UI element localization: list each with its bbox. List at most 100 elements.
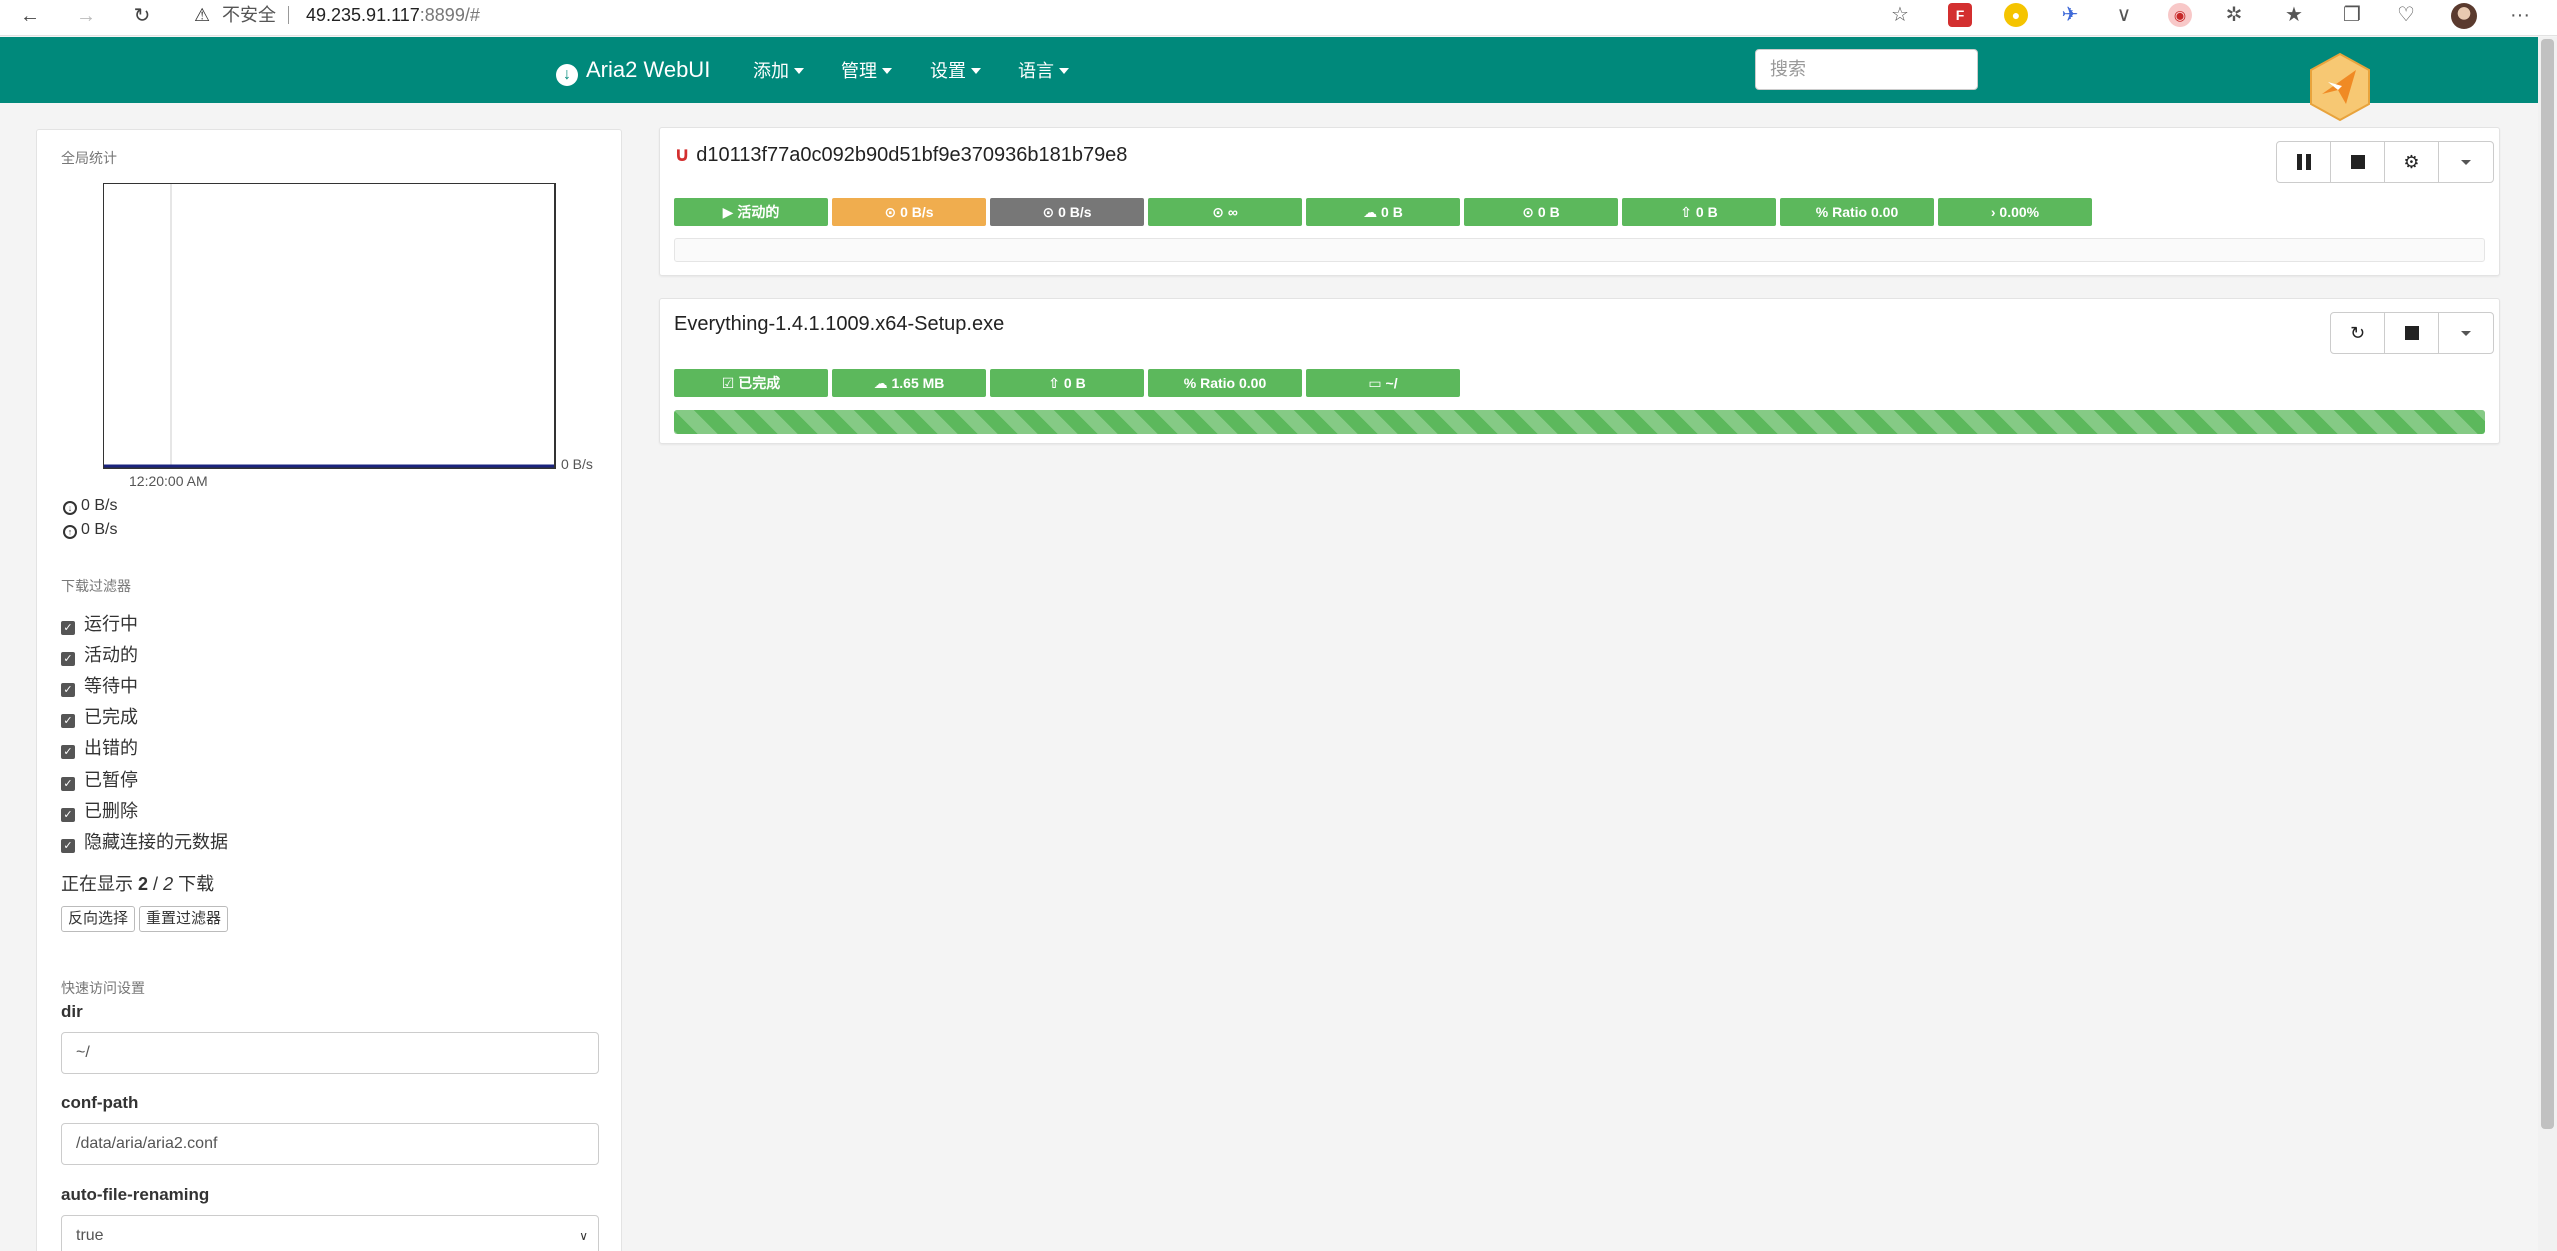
filter-error[interactable]: ✓ 出错的 <box>61 737 138 759</box>
extension-yellow-icon[interactable]: ● <box>2004 3 2028 27</box>
showing-current: 2 <box>138 874 149 894</box>
caret-down-icon <box>882 68 892 74</box>
brand[interactable]: ↓ Aria2 WebUI <box>556 56 710 86</box>
conf-path-input[interactable]: /data/aria/aria2.conf <box>61 1123 599 1165</box>
menu-add-label: 添加 <box>753 61 789 81</box>
filter-removed[interactable]: ✓ 已删除 <box>61 800 138 822</box>
badge-icon: ▭ <box>1368 375 1386 391</box>
badge-icon: ⇧ <box>1680 204 1696 220</box>
download-card-complete[interactable]: Everything-1.4.1.1009.x64-Setup.exe ↻ ☑ … <box>659 298 2500 444</box>
forward-icon[interactable]: → <box>72 2 100 30</box>
badge-icon: ▶ <box>722 204 738 220</box>
checkbox-checked-icon[interactable]: ✓ <box>61 652 75 666</box>
download-progress <box>674 238 2485 262</box>
extension-bird-icon[interactable]: ✈ <box>2058 3 2082 27</box>
caret-down-icon <box>2461 159 2471 165</box>
browser-essentials-icon[interactable]: ♡ <box>2394 3 2418 27</box>
status-badge: % Ratio 0.00 <box>1148 369 1302 397</box>
download-speed-icon: ↓ <box>63 501 77 515</box>
favorites-icon[interactable]: ★ <box>2282 3 2306 27</box>
checkbox-checked-icon[interactable]: ✓ <box>61 808 75 822</box>
scrollbar-thumb[interactable] <box>2541 39 2554 1129</box>
caret-down-icon <box>2461 330 2471 336</box>
dir-value: ~/ <box>76 1044 90 1061</box>
filter-waiting[interactable]: ✓ 等待中 <box>61 675 138 697</box>
search-input[interactable] <box>1755 49 1978 90</box>
extensions-puzzle-icon[interactable]: ✲ <box>2222 3 2246 27</box>
badge-icon: ⊙ <box>884 204 901 220</box>
filter-label: 已删除 <box>84 801 138 821</box>
checkbox-checked-icon[interactable]: ✓ <box>61 714 75 728</box>
status-badge: ▭ ~/ <box>1306 369 1460 397</box>
magnet-icon: ∪ <box>674 144 691 166</box>
status-badge: ⇧ 0 B <box>990 369 1144 397</box>
badge-label: 0 B <box>1695 204 1718 220</box>
dir-input[interactable]: ~/ <box>61 1032 599 1074</box>
status-badge: ⊙ ∞ <box>1148 198 1302 226</box>
download-progress <box>674 410 2485 434</box>
menu-language[interactable]: 语言 <box>1018 59 1069 83</box>
filter-running[interactable]: ✓ 运行中 <box>61 613 138 635</box>
auto-file-renaming-select[interactable]: true ∨ <box>61 1215 599 1251</box>
filter-complete[interactable]: ✓ 已完成 <box>61 706 138 728</box>
checkbox-checked-icon[interactable]: ✓ <box>61 621 75 635</box>
address-separator <box>288 6 289 24</box>
badge-label: Ratio 0.00 <box>1200 375 1267 391</box>
collections-icon[interactable]: ❐ <box>2340 3 2364 27</box>
stop-button[interactable] <box>2331 142 2385 182</box>
reload-icon[interactable]: ↻ <box>128 2 156 30</box>
download-actions: ↻ <box>2330 312 2494 354</box>
badge-icon: ☁ <box>873 375 892 391</box>
reset-filters-button[interactable]: 重置过滤器 <box>139 906 229 932</box>
filter-label: 活动的 <box>84 645 138 665</box>
filter-label: 隐藏连接的元数据 <box>84 832 228 852</box>
filter-label: 已完成 <box>84 707 138 727</box>
checkbox-checked-icon[interactable]: ✓ <box>61 745 75 759</box>
filter-active[interactable]: ✓ 活动的 <box>61 644 138 666</box>
insecure-label[interactable]: 不安全 <box>222 2 276 28</box>
filter-hide-metadata[interactable]: ✓ 隐藏连接的元数据 <box>61 831 228 853</box>
download-card-active[interactable]: ∪ d10113f77a0c092b90d51bf9e370936b181b79e… <box>659 127 2500 276</box>
more-menu-icon[interactable]: ··· <box>2508 3 2532 27</box>
page-scrollbar[interactable] <box>2538 37 2557 1251</box>
badge-icon: ⊙ <box>1522 204 1538 220</box>
restart-button[interactable]: ↻ <box>2331 313 2385 353</box>
status-badge: % Ratio 0.00 <box>1780 198 1934 226</box>
checkbox-checked-icon[interactable]: ✓ <box>61 777 75 791</box>
pause-button[interactable] <box>2277 142 2331 182</box>
warning-icon[interactable]: ⚠ <box>194 2 210 28</box>
badge-label: 0.00% <box>1999 204 2040 220</box>
download-speed-value: 0 B/s <box>81 497 118 514</box>
extension-fe-icon[interactable]: F <box>1948 3 1972 27</box>
favorite-add-icon[interactable]: ☆ <box>1888 3 1912 27</box>
filter-paused[interactable]: ✓ 已暂停 <box>61 769 138 791</box>
app-navbar: ↓ Aria2 WebUI 添加 管理 设置 语言 <box>0 37 2538 103</box>
extension-red-icon[interactable]: ◉ <box>2168 3 2192 27</box>
download-name: Everything-1.4.1.1009.x64-Setup.exe <box>674 313 1005 335</box>
profile-avatar[interactable] <box>2451 3 2477 29</box>
showing-total: 2 <box>163 874 174 894</box>
back-icon[interactable]: ← <box>16 2 44 30</box>
checkbox-checked-icon[interactable]: ✓ <box>61 683 75 697</box>
caret-down-icon <box>971 68 981 74</box>
more-dropdown-button[interactable] <box>2439 313 2493 353</box>
menu-manage[interactable]: 管理 <box>841 59 892 83</box>
menu-settings[interactable]: 设置 <box>930 59 981 83</box>
badge-label: Ratio 0.00 <box>1832 204 1899 220</box>
extension-v-icon[interactable]: ∨ <box>2112 3 2136 27</box>
invert-selection-button[interactable]: 反向选择 <box>61 906 136 932</box>
badge-label: 0 B/s <box>900 204 934 220</box>
address-bar[interactable]: 49.235.91.117:8899/# <box>306 2 480 28</box>
showing-suffix: 下载 <box>178 874 215 894</box>
more-dropdown-button[interactable] <box>2439 142 2493 182</box>
menu-add[interactable]: 添加 <box>753 59 804 83</box>
filter-label: 运行中 <box>84 614 138 634</box>
filter-label: 等待中 <box>84 676 138 696</box>
stop-button[interactable] <box>2385 313 2439 353</box>
badge-label: 0 B <box>1537 204 1560 220</box>
checkbox-checked-icon[interactable]: ✓ <box>61 839 75 853</box>
filter-title: 下载过滤器 <box>61 578 131 594</box>
badge-icon: % <box>1815 204 1833 220</box>
badge-icon: ☁ <box>1363 204 1382 220</box>
settings-button[interactable]: ⚙ <box>2385 142 2439 182</box>
